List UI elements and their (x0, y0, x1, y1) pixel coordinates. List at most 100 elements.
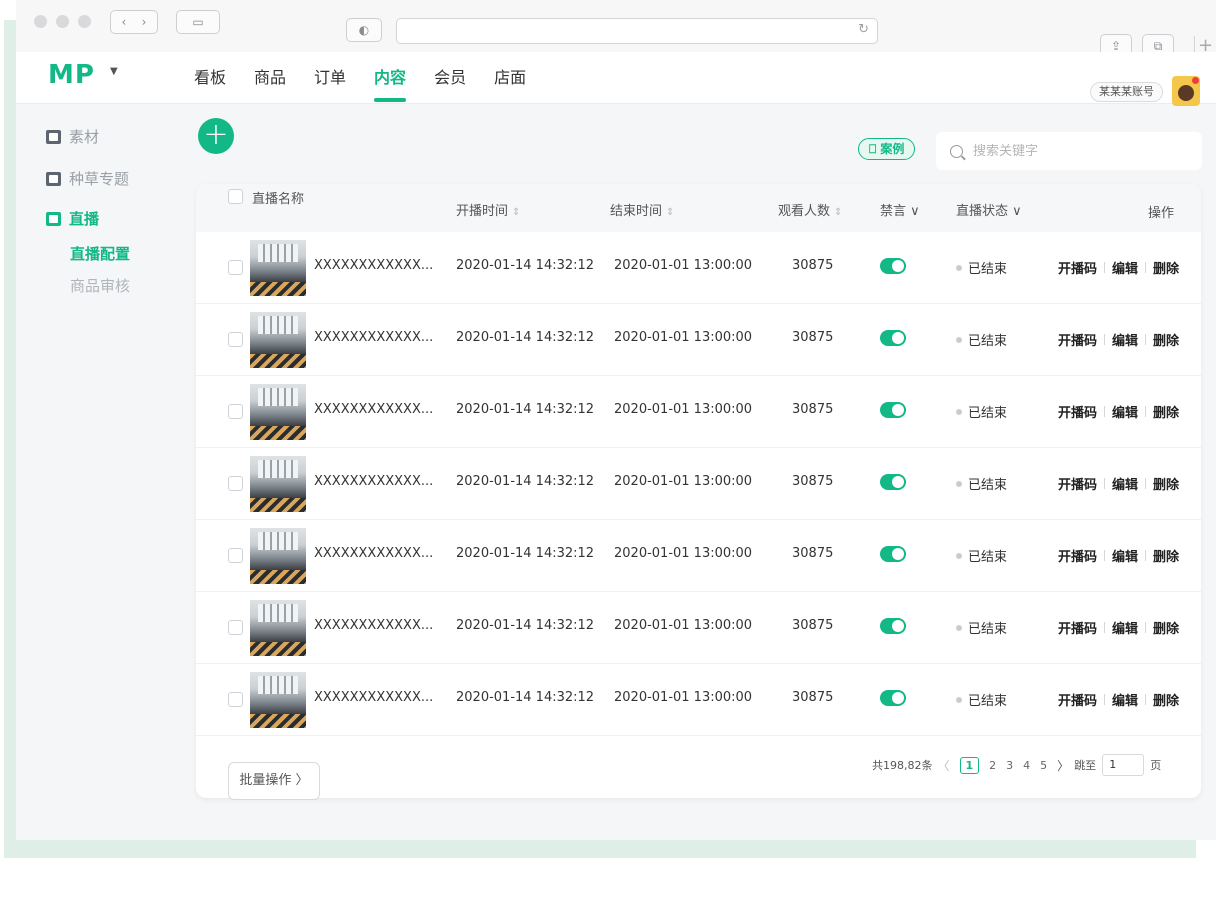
nav-kanban[interactable]: 看板 (194, 64, 226, 102)
stream-code-link[interactable]: 开播码 (1058, 258, 1097, 277)
live-name[interactable]: XXXXXXXXXXXX... (314, 330, 433, 345)
mute-toggle[interactable] (880, 690, 906, 706)
col-mute[interactable]: 禁言 ∨ (880, 200, 920, 219)
row-checkbox[interactable] (228, 332, 243, 347)
sidebar-subitem-goods-review[interactable]: 商品审核 (70, 275, 130, 296)
edit-link[interactable]: 编辑 (1112, 258, 1138, 277)
sidebar-subitem-live-config[interactable]: 直播配置 (70, 243, 130, 264)
chevron-left-icon[interactable]: ‹ (122, 15, 127, 29)
chevron-right-icon[interactable]: 〉 (1057, 757, 1069, 774)
page-3[interactable]: 3 (1006, 759, 1013, 772)
live-name[interactable]: XXXXXXXXXXXX... (314, 402, 433, 417)
col-viewers[interactable]: 观看人数 ⇕ (778, 200, 842, 219)
live-name[interactable]: XXXXXXXXXXXX... (314, 690, 433, 705)
sidebar-item-material[interactable]: 素材 (46, 126, 99, 147)
start-time: 2020-01-14 14:32:12 (456, 474, 595, 489)
sidebar-item-live[interactable]: 直播 (46, 208, 99, 229)
row-checkbox[interactable] (228, 548, 243, 563)
account-badge[interactable]: 某某某账号 (1090, 82, 1163, 102)
delete-link[interactable]: 删除 (1153, 546, 1179, 565)
row-checkbox[interactable] (228, 620, 243, 635)
page-5[interactable]: 5 (1040, 759, 1047, 772)
mute-toggle[interactable] (880, 258, 906, 274)
back-forward-buttons[interactable]: ‹ › (110, 10, 158, 34)
sidebar-toggle-icon[interactable]: ▭ (176, 10, 220, 34)
stream-code-link[interactable]: 开播码 (1058, 330, 1097, 349)
table-row: XXXXXXXXXXXX... 2020-01-14 14:32:12 2020-0… (196, 376, 1201, 448)
avatar[interactable] (1172, 76, 1200, 106)
page-2[interactable]: 2 (989, 759, 996, 772)
logo[interactable]: MP (48, 60, 95, 90)
stream-code-link[interactable]: 开播码 (1058, 690, 1097, 709)
page-4[interactable]: 4 (1023, 759, 1030, 772)
row-actions: 开播码 编辑 删除 (1058, 546, 1179, 565)
case-button[interactable]: ⎕ 案例 (858, 138, 916, 160)
row-actions: 开播码 编辑 删除 (1058, 258, 1179, 277)
viewer-count: 30875 (792, 330, 834, 345)
sidebar-item-topic[interactable]: 种草专题 (46, 168, 129, 189)
col-end-label: 结束时间 (610, 204, 663, 219)
sort-icon[interactable]: ⇕ (834, 207, 842, 218)
shield-icon[interactable]: ◐ (346, 18, 382, 42)
close-window-icon[interactable] (34, 15, 47, 28)
nav-members[interactable]: 会员 (434, 64, 466, 102)
minimize-window-icon[interactable] (56, 15, 69, 28)
mute-toggle[interactable] (880, 330, 906, 346)
nav-goods[interactable]: 商品 (254, 64, 286, 102)
mute-toggle[interactable] (880, 402, 906, 418)
select-all-checkbox[interactable] (228, 189, 243, 204)
edit-link[interactable]: 编辑 (1112, 546, 1138, 565)
edit-link[interactable]: 编辑 (1112, 618, 1138, 637)
edit-link[interactable]: 编辑 (1112, 474, 1138, 493)
stream-code-link[interactable]: 开播码 (1058, 618, 1097, 637)
live-name[interactable]: XXXXXXXXXXXX... (314, 618, 433, 633)
edit-link[interactable]: 编辑 (1112, 402, 1138, 421)
nav-content[interactable]: 内容 (374, 64, 407, 102)
nav-orders[interactable]: 订单 (314, 64, 346, 102)
edit-link[interactable]: 编辑 (1112, 690, 1138, 709)
delete-link[interactable]: 删除 (1153, 258, 1179, 277)
nav-store[interactable]: 店面 (494, 64, 526, 102)
live-name[interactable]: XXXXXXXXXXXX... (314, 258, 433, 273)
row-checkbox[interactable] (228, 260, 243, 275)
search-input[interactable] (973, 143, 1193, 159)
mute-toggle[interactable] (880, 546, 906, 562)
delete-link[interactable]: 删除 (1153, 474, 1179, 493)
chevron-down-icon[interactable]: ∨ (910, 204, 920, 219)
page-1[interactable]: 1 (959, 756, 980, 774)
delete-link[interactable]: 删除 (1153, 618, 1179, 637)
live-name[interactable]: XXXXXXXXXXXX... (314, 546, 433, 561)
sort-icon[interactable]: ⇕ (666, 207, 674, 218)
col-start-time[interactable]: 开播时间 ⇕ (456, 200, 520, 219)
chevron-left-icon[interactable]: 〈 (938, 757, 950, 774)
batch-ops-button[interactable]: 批量操作 〉 (228, 762, 320, 800)
delete-link[interactable]: 删除 (1153, 330, 1179, 349)
caret-down-icon[interactable]: ▼ (110, 66, 118, 77)
row-actions: 开播码 编辑 删除 (1058, 330, 1179, 349)
stream-code-link[interactable]: 开播码 (1058, 546, 1097, 565)
row-checkbox[interactable] (228, 476, 243, 491)
add-button[interactable]: + (198, 118, 234, 154)
stream-code-link[interactable]: 开播码 (1058, 474, 1097, 493)
delete-link[interactable]: 删除 (1153, 690, 1179, 709)
stream-code-link[interactable]: 开播码 (1058, 402, 1097, 421)
mute-toggle[interactable] (880, 618, 906, 634)
url-bar[interactable]: ↻ (396, 18, 878, 44)
divider (1104, 406, 1106, 417)
end-time: 2020-01-01 13:00:00 (614, 402, 753, 417)
page-unit-label: 页 (1150, 759, 1162, 772)
row-checkbox[interactable] (228, 692, 243, 707)
chevron-right-icon[interactable]: › (142, 15, 147, 29)
chevron-down-icon[interactable]: ∨ (1012, 204, 1022, 219)
sort-icon[interactable]: ⇕ (512, 207, 520, 218)
reload-icon[interactable]: ↻ (858, 22, 869, 37)
mute-toggle[interactable] (880, 474, 906, 490)
col-end-time[interactable]: 结束时间 ⇕ (610, 200, 674, 219)
row-checkbox[interactable] (228, 404, 243, 419)
edit-link[interactable]: 编辑 (1112, 330, 1138, 349)
maximize-window-icon[interactable] (78, 15, 91, 28)
delete-link[interactable]: 删除 (1153, 402, 1179, 421)
jump-page-input[interactable]: 1 (1102, 754, 1145, 776)
col-status[interactable]: 直播状态 ∨ (956, 200, 1022, 219)
live-name[interactable]: XXXXXXXXXXXX... (314, 474, 433, 489)
